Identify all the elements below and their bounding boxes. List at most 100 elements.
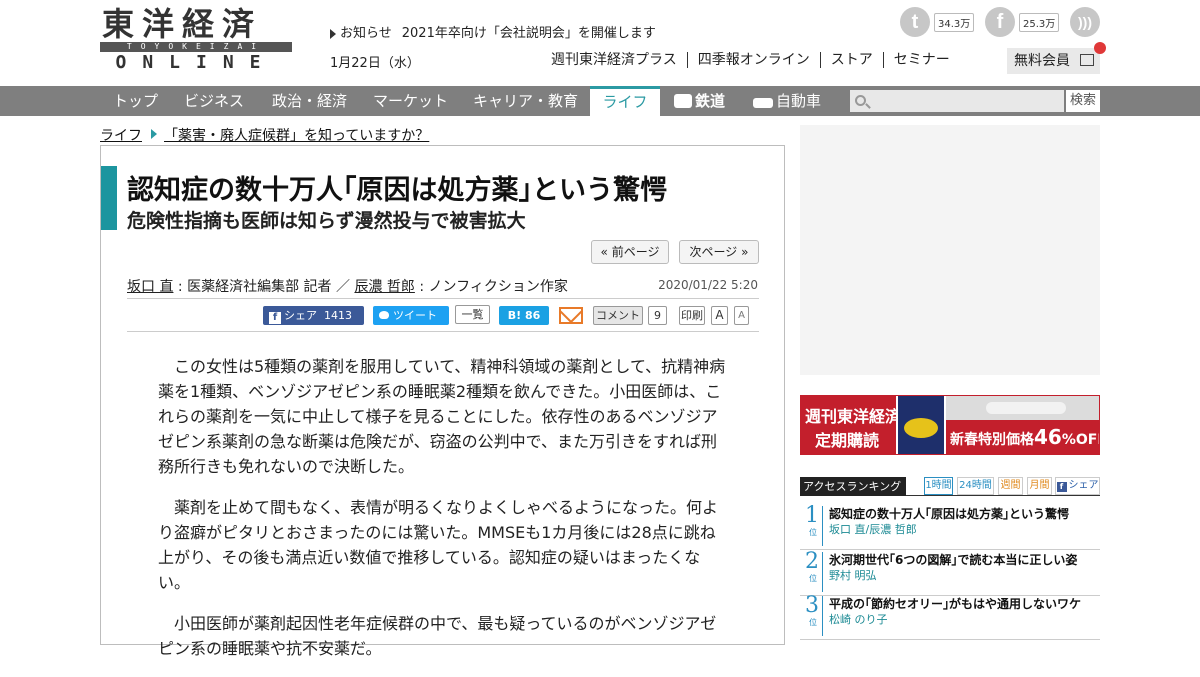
car-icon (753, 98, 773, 108)
font-smaller-button[interactable]: A (734, 306, 749, 325)
facebook-follow[interactable]: f 25.3万 (985, 7, 1061, 37)
print-button[interactable]: 印刷 (679, 306, 705, 325)
comment-button[interactable]: コメント (593, 306, 643, 325)
rank-suffix: 位 (809, 618, 817, 627)
ranking-item-author[interactable]: 野村 明弘 (829, 567, 877, 583)
banner-offer-value: 46 (1034, 425, 1062, 449)
site-header: 東洋経済 TOYOKEIZAI ONLINE お知らせ 2021年卒向け「会社説明… (0, 0, 1200, 86)
link-weekly-plus[interactable]: 週刊東洋経済プラス (551, 52, 687, 68)
access-ranking: アクセスランキング 1時間 24時間 週間 月間 f シェア 1 位 認知症の数十… (800, 477, 1100, 640)
nav-life[interactable]: ライフ (590, 86, 660, 116)
tab-monthly[interactable]: 月間 (1027, 477, 1052, 495)
nav-automobile[interactable]: 自動車 (753, 86, 821, 116)
paragraph: 薬剤を止めて間もなく、表情が明るくなりよくしゃべるようになった。何より盗癖がピタ… (158, 498, 719, 592)
banner-offer-prefix: 新春特別価格 (950, 432, 1034, 448)
banner-offer: 新春特別価格46%OFF (946, 420, 1099, 454)
nav-railway[interactable]: 鉄道 (674, 86, 725, 116)
tab-share-label: シェア (1068, 480, 1099, 491)
banner-offer-suffix: %OFF (1061, 432, 1099, 448)
ranking-header: アクセスランキング 1時間 24時間 週間 月間 f シェア (800, 477, 1100, 496)
author1-link[interactable]: 坂口 直 (127, 279, 173, 295)
notice-label: お知らせ (340, 26, 392, 41)
nav-top[interactable]: トップ (113, 86, 158, 116)
prev-page-button[interactable]: « 前ページ (591, 240, 669, 264)
twitter-follow[interactable]: t 34.3万 (900, 7, 976, 37)
facebook-icon[interactable]: f (985, 7, 1015, 37)
rank-divider (822, 552, 823, 592)
twitter-icon[interactable]: t (900, 7, 930, 37)
ranking-item-author[interactable]: 松崎 のり子 (829, 611, 888, 627)
search-button[interactable]: 検索 (1066, 90, 1100, 112)
logo-online: ONLINE (115, 52, 277, 73)
byline-separator: ／ (335, 279, 350, 295)
ranking-item[interactable]: 1 位 認知症の数十万人｢原因は処方薬｣という驚愕 坂口 直/辰濃 哲郎 (800, 503, 1100, 550)
tweet-label: ツイート (393, 309, 437, 322)
hatena-bookmark-button[interactable]: B! 86 (499, 306, 549, 325)
link-store[interactable]: ストア (819, 52, 883, 68)
gift-icon (1080, 54, 1094, 66)
ranking-item-title[interactable]: 平成の｢節約セオリー｣がもはや通用しないワケ (829, 595, 1081, 612)
tab-weekly[interactable]: 週間 (998, 477, 1023, 495)
tab-1hour[interactable]: 1時間 (924, 477, 953, 495)
hatena-count: 86 (524, 309, 541, 322)
nav-railway-label: 鉄道 (695, 92, 726, 110)
link-shikiho[interactable]: 四季報オンライン (686, 52, 820, 68)
free-member-button[interactable]: 無料会員 (1007, 42, 1106, 74)
rss-link[interactable]: ))) (1070, 7, 1100, 37)
breadcrumb: ライフ 「薬害・廃人症候群」を知っていますか？ (100, 125, 429, 145)
rss-icon[interactable]: ))) (1070, 7, 1100, 37)
nav-career[interactable]: キャリア・教育 (473, 86, 578, 116)
ranking-item-title[interactable]: 認知症の数十万人｢原因は処方薬｣という驚愕 (829, 505, 1069, 522)
tab-share[interactable]: f シェア (1055, 477, 1100, 495)
ranking-title: アクセスランキング (800, 477, 906, 496)
author1-colon: : (177, 279, 183, 295)
ranking-item[interactable]: 3 位 平成の｢節約セオリー｣がもはや通用しないワケ 松崎 のり子 (800, 593, 1100, 640)
facebook-share-count: 1413 (324, 309, 352, 322)
divider (127, 298, 759, 299)
search-icon (855, 95, 866, 106)
hatena-icon: B! (507, 309, 522, 322)
paragraph: 小田医師が薬剤起因性老年症候群の中で、最も疑っているのがベンゾジアゼピン系の睡眠… (158, 614, 717, 658)
ad-placeholder (800, 125, 1100, 375)
tab-24hours[interactable]: 24時間 (957, 477, 994, 495)
site-logo[interactable]: 東洋経済 TOYOKEIZAI ONLINE (100, 5, 292, 73)
nav-market[interactable]: マーケット (373, 86, 448, 116)
notice: お知らせ 2021年卒向け「会社説明会」を開催します (330, 22, 656, 41)
breadcrumb-section[interactable]: ライフ (100, 128, 142, 144)
ranking-item-title[interactable]: 氷河期世代｢6つの図解｣で読む本当に正しい姿 (829, 551, 1077, 568)
breadcrumb-arrow-icon (151, 129, 157, 139)
notice-link[interactable]: 2021年卒向け「会社説明会」を開催します (402, 26, 656, 41)
article-body: この女性は5種類の薬剤を服用していて、精神科領域の薬剤として、抗精神病薬を1種類… (158, 354, 728, 677)
title-accent-bar (101, 166, 117, 230)
banner-subscribe: 定期購読 (815, 431, 880, 450)
ranking-item-author[interactable]: 坂口 直/辰濃 哲郎 (829, 521, 917, 537)
rank-number: 3 (805, 593, 819, 618)
mail-icon[interactable] (559, 307, 583, 324)
link-seminar[interactable]: セミナー (882, 52, 960, 68)
member-label: 無料会員 (1014, 53, 1070, 69)
subscription-banner[interactable]: 週刊東洋経済 定期購読 新春特別価格46%OFF (800, 395, 1100, 455)
nav-automobile-label: 自動車 (776, 92, 822, 110)
byline: 坂口 直 : 医薬経済社編集部 記者 ／ 辰濃 哲郎 : ノンフィクション作家 (127, 276, 568, 296)
article-subtitle: 危険性指摘も医師は知らず漫然投与で被害拡大 (127, 210, 526, 232)
ranking-item[interactable]: 2 位 氷河期世代｢6つの図解｣で読む本当に正しい姿 野村 明弘 (800, 549, 1100, 596)
tweet-list-button[interactable]: 一覧 (455, 305, 490, 324)
divider (127, 331, 759, 332)
rank-number: 1 (805, 503, 819, 528)
comment-count: 9 (648, 306, 667, 325)
magazine-cover-image (898, 396, 944, 454)
rank-divider (822, 506, 823, 546)
facebook-share-button[interactable]: f シェア 1413 (263, 306, 364, 325)
nav-business[interactable]: ビジネス (184, 86, 244, 116)
search-input[interactable] (850, 90, 1064, 112)
notice-arrow-icon (330, 28, 336, 39)
breadcrumb-series[interactable]: 「薬害・廃人症候群」を知っていますか？ (164, 128, 429, 144)
tweet-button[interactable]: ツイート (373, 306, 449, 325)
header-links: 週刊東洋経済プラス 四季報オンライン ストア セミナー (551, 52, 960, 68)
author2-link[interactable]: 辰濃 哲郎 (354, 279, 414, 295)
nav-politics-economy[interactable]: 政治・経済 (272, 86, 347, 116)
logo-kanji: 東洋経済 (102, 5, 263, 43)
font-larger-button[interactable]: A (711, 306, 728, 325)
next-page-button[interactable]: 次ページ » (679, 240, 759, 264)
notification-dot (1094, 42, 1106, 54)
